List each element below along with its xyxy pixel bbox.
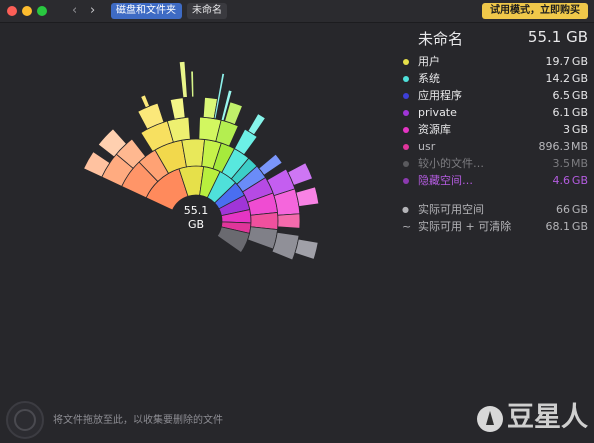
trial-purchase-button[interactable]: 试用模式，立即购买 <box>482 3 588 19</box>
center-total-label[interactable]: 55.1 GB <box>170 204 222 232</box>
legend-dot-icon <box>403 178 409 184</box>
free-space-unit: GB <box>571 203 588 216</box>
segment-ring4[interactable] <box>294 238 319 260</box>
folder-name: 应用程序 <box>418 89 462 102</box>
folder-size: 3 <box>563 123 570 136</box>
free-space-dot-icon: ● <box>402 205 409 214</box>
legend-dot-icon <box>403 93 409 99</box>
folder-unit: MB <box>570 140 588 153</box>
folder-row-library[interactable]: 资源库 3 GB <box>400 122 590 138</box>
segment-spike[interactable] <box>178 60 188 99</box>
segment-ring4[interactable] <box>169 97 186 120</box>
folder-name: 较小的文件… <box>418 157 484 170</box>
purgeable-space-size: 68.1 <box>545 220 571 233</box>
legend-dot-icon <box>403 110 409 116</box>
folder-size: 3.5 <box>552 157 571 170</box>
collector-drop-zone[interactable] <box>6 401 44 439</box>
legend-dot-icon <box>403 127 409 133</box>
watermark-text: 豆星人 <box>507 402 588 433</box>
watermark-logo-icon <box>477 405 503 432</box>
center-total-unit: GB <box>187 218 205 231</box>
folder-unit: MB <box>570 157 588 170</box>
folder-row-usr[interactable]: usr 896.3 MB <box>400 139 590 155</box>
breadcrumb-disks-folders[interactable]: 磁盘和文件夹 <box>111 3 182 19</box>
volume-size: 55.1 GB <box>527 28 588 46</box>
legend-dot-icon <box>403 76 409 82</box>
folder-size: 14.2 <box>545 72 571 85</box>
forward-arrow-icon[interactable]: › <box>90 3 95 19</box>
folder-unit: GB <box>571 55 588 68</box>
free-space-size: 66 <box>556 203 570 216</box>
volume-name: 未命名 <box>418 30 464 48</box>
drop-hint: 将文件拖放至此，以收集要删除的文件 <box>53 415 223 426</box>
segment-spike[interactable] <box>190 70 195 98</box>
folder-name: 隐藏空间… <box>418 174 473 187</box>
approx-icon: ~ <box>402 220 412 233</box>
collector-ring-icon <box>14 409 36 431</box>
purgeable-space-label: 实际可用 + 可清除 <box>418 220 512 233</box>
segment-spike[interactable] <box>140 94 151 109</box>
folder-row-hidden-space[interactable]: 隐藏空间… 4.6 GB <box>400 173 590 189</box>
legend-dot-icon <box>403 59 409 65</box>
folder-size: 6.1 <box>552 106 571 119</box>
folder-unit: GB <box>571 72 588 85</box>
purgeable-space-row: ~ 实际可用 + 可清除 68.1 GB <box>400 219 590 235</box>
folder-size: 19.7 <box>545 55 571 68</box>
folder-unit: GB <box>571 174 588 187</box>
folder-unit: GB <box>571 123 588 136</box>
folder-row-system[interactable]: 系统 14.2 GB <box>400 71 590 87</box>
close-window-button[interactable] <box>7 6 17 16</box>
volume-header: 未命名 55.1 GB <box>400 28 590 50</box>
folder-unit: GB <box>571 106 588 119</box>
back-arrow-icon[interactable]: ‹ <box>72 3 77 19</box>
folder-size: 4.6 <box>552 174 571 187</box>
breadcrumb-separator-icon <box>176 3 182 19</box>
watermark: 豆星人 <box>477 398 588 438</box>
folder-row-applications[interactable]: 应用程序 6.5 GB <box>400 88 590 104</box>
bottom-bar: 将文件拖放至此，以收集要删除的文件 豆星人 <box>0 388 594 443</box>
folder-row-smaller-files[interactable]: 较小的文件… 3.5 MB <box>400 156 590 172</box>
free-space-label: 实际可用空间 <box>418 203 484 216</box>
folder-size: 6.5 <box>552 89 571 102</box>
folder-name: usr <box>418 140 436 153</box>
folder-name: 用户 <box>418 55 440 68</box>
segment-ring2[interactable] <box>247 226 278 250</box>
segment-ring4[interactable] <box>247 113 266 136</box>
title-bar: ‹ › 磁盘和文件夹 未命名 试用模式，立即购买 <box>0 0 594 23</box>
breadcrumb-current-volume[interactable]: 未命名 <box>187 3 227 19</box>
segment-ring4[interactable] <box>295 186 320 207</box>
folder-name: 资源库 <box>418 123 451 136</box>
folder-name: 系统 <box>418 72 440 85</box>
zoom-window-button[interactable] <box>37 6 47 16</box>
legend-dot-icon <box>403 161 409 167</box>
segment-ring3[interactable] <box>258 153 283 176</box>
legend-dot-icon <box>403 144 409 150</box>
folder-unit: GB <box>571 89 588 102</box>
minimize-window-button[interactable] <box>22 6 32 16</box>
purgeable-space-unit: GB <box>571 220 588 233</box>
folder-row-users[interactable]: 用户 19.7 GB <box>400 54 590 70</box>
folder-size: 896.3 <box>538 140 571 153</box>
segment-ring3[interactable] <box>277 213 301 229</box>
folder-row-private[interactable]: private 6.1 GB <box>400 105 590 121</box>
center-total-size: 55.1 <box>183 204 209 217</box>
folder-name: private <box>418 106 457 119</box>
free-space-row: ● 实际可用空间 66 GB <box>400 202 590 218</box>
